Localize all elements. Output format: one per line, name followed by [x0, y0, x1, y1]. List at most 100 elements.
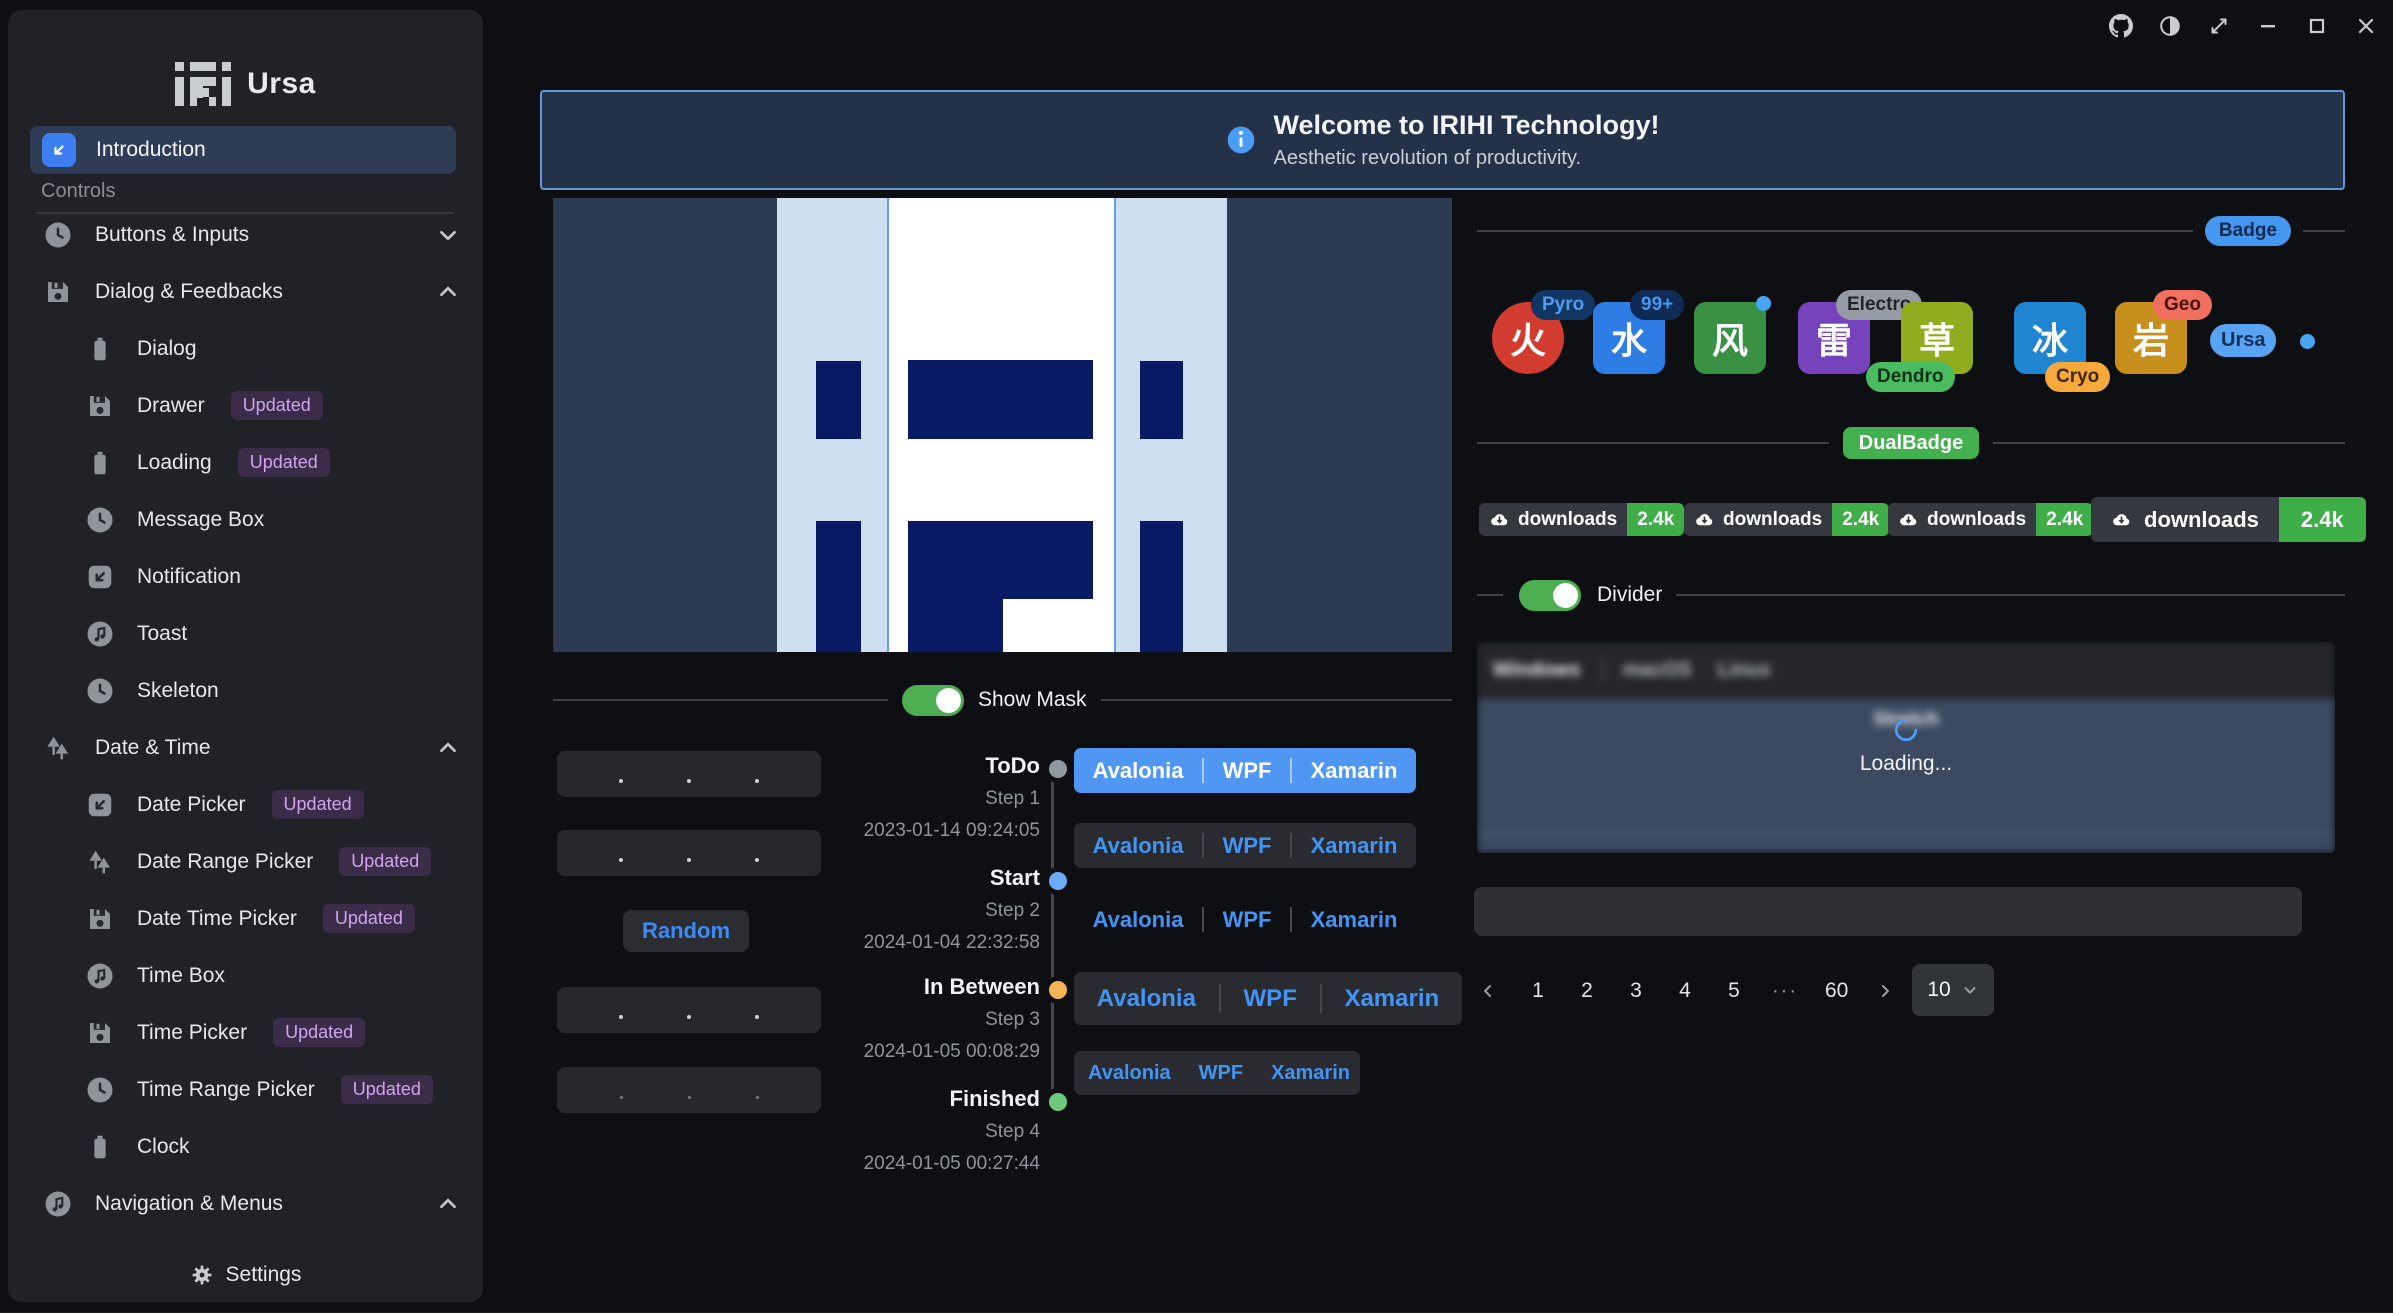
tab-windows[interactable]: Windows — [1487, 659, 1587, 682]
placeholder-dot — [755, 858, 759, 862]
chevron-up-icon[interactable] — [435, 279, 461, 305]
sidebar-item-message-box[interactable]: Message Box — [8, 491, 483, 548]
tab-linux[interactable]: Linux — [1712, 659, 1777, 682]
pagination-page-60[interactable]: 60 — [1825, 979, 1848, 1003]
github-button[interactable] — [2108, 13, 2134, 39]
settings-button[interactable]: Settings — [8, 1248, 483, 1302]
sidebar-item-drawer[interactable]: Drawer Updated — [8, 377, 483, 434]
download-badge: downloads2.4k — [1479, 503, 1684, 536]
close-button[interactable] — [2353, 13, 2379, 39]
sidebar-item-label: Buttons & Inputs — [95, 223, 249, 247]
timeline-date: 2024-01-04 22:32:58 — [830, 932, 1040, 954]
divider-line — [1477, 594, 1503, 596]
date-input-4[interactable] — [557, 1067, 821, 1113]
download-badge-label: downloads — [1723, 509, 1822, 531]
updated-badge: Updated — [341, 1075, 433, 1104]
sidebar-item-notification[interactable]: Notification — [8, 548, 483, 605]
date-input-2[interactable] — [557, 830, 821, 876]
empty-panel — [1474, 887, 2302, 936]
sidebar-item-date-time-picker[interactable]: Date Time PickerUpdated — [8, 890, 483, 947]
sidebar-item-time-picker[interactable]: Time PickerUpdated — [8, 1004, 483, 1061]
sidebar-item-time-range-picker[interactable]: Time Range PickerUpdated — [8, 1061, 483, 1118]
sidebar-item-date-range-picker[interactable]: Date Range PickerUpdated — [8, 833, 483, 890]
platform-button-avalonia[interactable]: Avalonia — [1079, 907, 1198, 933]
sidebar-item-buttons-inputs[interactable]: Buttons & Inputs — [8, 206, 483, 263]
platform-button-xamarin[interactable]: Xamarin — [1257, 1062, 1364, 1085]
sidebar-item-label: Skeleton — [137, 679, 219, 703]
timeline-line — [1051, 769, 1054, 1102]
show-mask-toggle[interactable] — [902, 685, 964, 716]
sidebar-item-date-time[interactable]: Date & Time — [8, 719, 483, 776]
sidebar-item-skeleton[interactable]: Skeleton — [8, 662, 483, 719]
pagination-page-2[interactable]: 2 — [1576, 979, 1598, 1003]
platform-button-wpf[interactable]: WPF — [1209, 907, 1286, 933]
platform-button-wpf[interactable]: WPF — [1230, 985, 1311, 1013]
platform-button-avalonia[interactable]: Avalonia — [1074, 1062, 1185, 1085]
platform-button-xamarin[interactable]: Xamarin — [1297, 758, 1412, 784]
theme-toggle-button[interactable] — [2157, 13, 2183, 39]
pagination-page-5[interactable]: 5 — [1723, 979, 1745, 1003]
minimize-button[interactable] — [2255, 13, 2281, 39]
maximize-button[interactable] — [2304, 13, 2330, 39]
dualbadge-section-pill: DualBadge — [1843, 427, 1979, 459]
sidebar-item-label: Clock — [137, 1135, 190, 1159]
tab-macos[interactable]: macOS — [1617, 659, 1698, 682]
close-icon — [2354, 14, 2378, 38]
arrow-icon — [83, 560, 117, 594]
timeline-date: 2024-01-05 00:08:29 — [830, 1041, 1040, 1063]
sidebar-item-navigation-menus[interactable]: Navigation & Menus — [8, 1175, 483, 1232]
loading-tab-panel: Windows macOS Linux Stretch Loading... — [1477, 642, 2335, 853]
app-logo-icon — [175, 62, 231, 106]
chevron-up-icon[interactable] — [435, 735, 461, 761]
group-separator — [1290, 907, 1292, 932]
sidebar-item-label: Drawer — [137, 394, 205, 418]
tree-icon — [83, 845, 117, 879]
tab-separator — [1601, 659, 1603, 683]
expand-button[interactable] — [2206, 13, 2232, 39]
theme-toggle-icon — [2158, 14, 2182, 38]
updated-badge: Updated — [231, 391, 323, 420]
pagination-page-4[interactable]: 4 — [1674, 979, 1696, 1003]
random-button[interactable]: Random — [623, 910, 749, 952]
sidebar-item-time-box[interactable]: Time Box — [8, 947, 483, 1004]
platform-button-wpf[interactable]: WPF — [1209, 833, 1286, 859]
pagination-next-button[interactable] — [1875, 981, 1897, 1001]
page-size-select[interactable]: 10 — [1912, 964, 1994, 1016]
platform-button-group: AvaloniaWPFXamarin — [1074, 1051, 1360, 1095]
sidebar-item-label: Navigation & Menus — [95, 1192, 283, 1216]
sidebar-item-label: Date Time Picker — [137, 907, 297, 931]
sidebar-item-dialog-feedbacks[interactable]: Dialog & Feedbacks — [8, 263, 483, 320]
divider-toggle[interactable] — [1519, 580, 1581, 611]
placeholder-dot — [620, 1096, 623, 1099]
chevron-down-icon[interactable] — [435, 222, 461, 248]
gear-icon — [190, 1263, 214, 1287]
pagination-prev-button[interactable] — [1478, 981, 1500, 1001]
date-input-1[interactable] — [557, 751, 821, 797]
platform-button-xamarin[interactable]: Xamarin — [1297, 907, 1412, 933]
platform-button-wpf[interactable]: WPF — [1209, 758, 1286, 784]
group-separator — [1320, 984, 1322, 1013]
sidebar-item-dialog[interactable]: Dialog — [8, 320, 483, 377]
show-mask-label: Show Mask — [978, 688, 1087, 712]
date-input-3[interactable] — [557, 987, 821, 1033]
platform-button-avalonia[interactable]: Avalonia — [1083, 985, 1210, 1013]
platform-button-wpf[interactable]: WPF — [1185, 1062, 1257, 1085]
chevron-up-icon[interactable] — [435, 1191, 461, 1217]
sidebar-item-loading[interactable]: LoadingUpdated — [8, 434, 483, 491]
badge-pill-geo: Geo — [2153, 290, 2212, 320]
platform-button-avalonia[interactable]: Avalonia — [1079, 758, 1198, 784]
sidebar-item-introduction[interactable]: Introduction — [30, 126, 456, 174]
pagination-page-3[interactable]: 3 — [1625, 979, 1647, 1003]
pagination-page-1[interactable]: 1 — [1527, 979, 1549, 1003]
sidebar-item-label: Date Range Picker — [137, 850, 313, 874]
chevron-down-icon — [1961, 981, 1979, 999]
sidebar-item-label: Dialog & Feedbacks — [95, 280, 283, 304]
timeline-title: In Between — [830, 976, 1040, 998]
placeholder-dot — [619, 1015, 623, 1019]
platform-button-xamarin[interactable]: Xamarin — [1330, 985, 1453, 1013]
platform-button-xamarin[interactable]: Xamarin — [1297, 833, 1412, 859]
sidebar-item-date-picker[interactable]: Date PickerUpdated — [8, 776, 483, 833]
sidebar-item-toast[interactable]: Toast — [8, 605, 483, 662]
sidebar-item-clock[interactable]: Clock — [8, 1118, 483, 1175]
platform-button-avalonia[interactable]: Avalonia — [1079, 833, 1198, 859]
